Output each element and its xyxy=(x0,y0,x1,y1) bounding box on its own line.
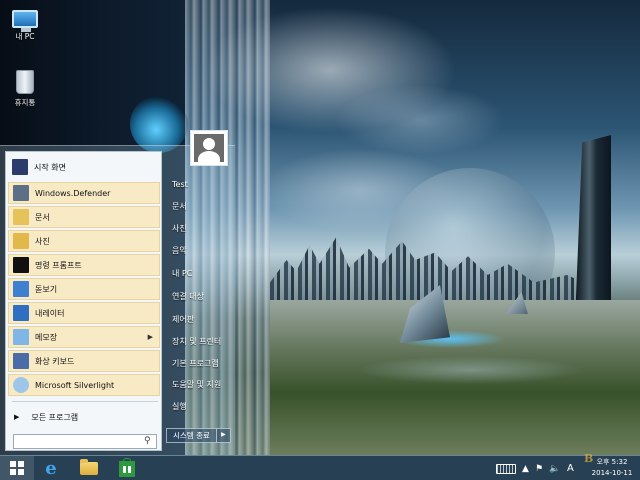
shutdown-group: 시스템 종료 ▶ xyxy=(166,428,231,443)
pictures-icon xyxy=(13,233,29,249)
right-link-this-pc[interactable]: 내 PC xyxy=(166,263,256,285)
menu-item-pictures[interactable]: 사진 xyxy=(8,230,160,252)
search-icon[interactable]: ⚲ xyxy=(144,436,151,446)
this-pc-icon xyxy=(12,10,38,32)
language-indicator: A xyxy=(567,463,574,474)
right-link-control-panel[interactable]: 제어판 xyxy=(166,309,256,331)
folder-icon xyxy=(80,459,98,475)
windows-logo-icon xyxy=(10,461,24,475)
menu-item-windows-defender[interactable]: Windows.Defender xyxy=(8,182,160,204)
command-prompt-icon xyxy=(13,257,29,273)
menu-item-label: 화상 키보드 xyxy=(35,356,75,366)
defender-icon xyxy=(13,185,29,201)
menu-item-narrator[interactable]: 내레이터 xyxy=(8,302,160,324)
start-menu: 시작 화면 Windows.Defender 문서 사진 명령 프롬프트 돋보기… xyxy=(0,145,235,455)
menu-item-notepad[interactable]: 메모장 ▶ xyxy=(8,326,160,348)
right-link-documents[interactable]: 문서 xyxy=(166,196,256,218)
narrator-icon xyxy=(13,305,29,321)
menu-item-onscreen-keyboard[interactable]: 화상 키보드 xyxy=(8,350,160,372)
all-programs-label: 모든 프로그램 xyxy=(31,412,79,422)
documents-icon xyxy=(13,209,29,225)
right-link-music[interactable]: 음악 xyxy=(166,240,256,262)
start-screen-icon xyxy=(12,159,28,175)
menu-item-label: 명령 프롬프트 xyxy=(35,260,82,270)
start-search-input[interactable] xyxy=(13,434,157,449)
taskbar: e ▲ ⚑ 🔈 A 오후 5:32 2014-10-11 xyxy=(0,455,640,480)
magnifier-icon xyxy=(13,281,29,297)
user-account-picture[interactable] xyxy=(190,130,228,166)
menu-separator xyxy=(12,401,158,402)
chevron-right-icon[interactable]: ▶ xyxy=(148,333,153,341)
onscreen-keyboard-icon xyxy=(13,353,29,369)
menu-item-label: 돋보기 xyxy=(35,284,58,294)
store-icon xyxy=(119,457,135,477)
recycle-bin-icon xyxy=(16,70,34,94)
shutdown-options-arrow[interactable]: ▶ xyxy=(215,429,230,442)
menu-item-label: Windows.Defender xyxy=(35,188,111,198)
menu-item-command-prompt[interactable]: 명령 프롬프트 xyxy=(8,254,160,276)
notepad-icon xyxy=(13,329,29,345)
silverlight-icon xyxy=(13,377,29,393)
watermark-logo: B xyxy=(584,452,594,465)
menu-item-label: 메모장 xyxy=(35,332,58,342)
right-link-user[interactable]: Test xyxy=(166,174,256,196)
start-button[interactable] xyxy=(0,456,34,480)
right-link-help-support[interactable]: 도움말 및 지원 xyxy=(166,374,256,396)
clock-date: 2014-10-11 xyxy=(591,469,633,477)
wallpaper-ground xyxy=(270,300,640,455)
keyboard-icon xyxy=(496,463,516,474)
menu-item-start-screen[interactable]: 시작 화면 xyxy=(8,156,160,178)
menu-item-label: 시작 화면 xyxy=(34,162,66,172)
desktop-icon-recycle-bin[interactable]: 휴지통 xyxy=(0,70,50,108)
user-avatar-icon xyxy=(194,134,224,162)
taskbar-store[interactable] xyxy=(109,457,145,479)
menu-item-magnifier[interactable]: 돋보기 xyxy=(8,278,160,300)
chevron-up-icon: ▲ xyxy=(522,463,529,474)
desktop-icon-this-pc[interactable]: 내 PC xyxy=(0,6,50,42)
taskbar-file-explorer[interactable] xyxy=(71,458,107,479)
speaker-icon: 🔈 xyxy=(549,463,561,474)
right-link-run[interactable]: 실행 xyxy=(166,396,256,418)
desktop-icon-label: 내 PC xyxy=(15,32,35,41)
shutdown-button[interactable]: 시스템 종료 xyxy=(167,429,216,442)
desktop-icon-label: 휴지통 xyxy=(14,98,36,107)
tray-input-language[interactable]: A xyxy=(567,459,574,478)
flag-icon: ⚑ xyxy=(535,463,544,474)
tray-volume[interactable]: 🔈 xyxy=(549,459,560,478)
all-programs-button[interactable]: ▶ 모든 프로그램 xyxy=(8,408,160,426)
menu-item-silverlight[interactable]: Microsoft Silverlight xyxy=(8,374,160,396)
right-link-connect-to[interactable]: 연결 대상 xyxy=(166,286,256,308)
right-link-pictures[interactable]: 사진 xyxy=(166,218,256,240)
taskbar-internet-explorer[interactable]: e xyxy=(33,458,69,479)
tray-show-hidden[interactable]: ▲ xyxy=(522,459,529,478)
menu-item-label: Microsoft Silverlight xyxy=(35,380,115,390)
tray-keyboard[interactable] xyxy=(496,459,516,478)
menu-item-label: 문서 xyxy=(35,212,50,222)
right-link-default-programs[interactable]: 기본 프로그램 xyxy=(166,353,256,375)
menu-item-label: 내레이터 xyxy=(35,308,65,318)
menu-item-label: 사진 xyxy=(35,236,50,246)
internet-explorer-icon: e xyxy=(45,458,57,479)
start-menu-programs-pane: 시작 화면 Windows.Defender 문서 사진 명령 프롬프트 돋보기… xyxy=(5,151,162,451)
right-link-devices-printers[interactable]: 장치 및 프린터 xyxy=(166,331,256,353)
triangle-right-icon: ▶ xyxy=(14,413,20,421)
menu-item-documents[interactable]: 문서 xyxy=(8,206,160,228)
tray-action-center[interactable]: ⚑ xyxy=(535,459,543,478)
